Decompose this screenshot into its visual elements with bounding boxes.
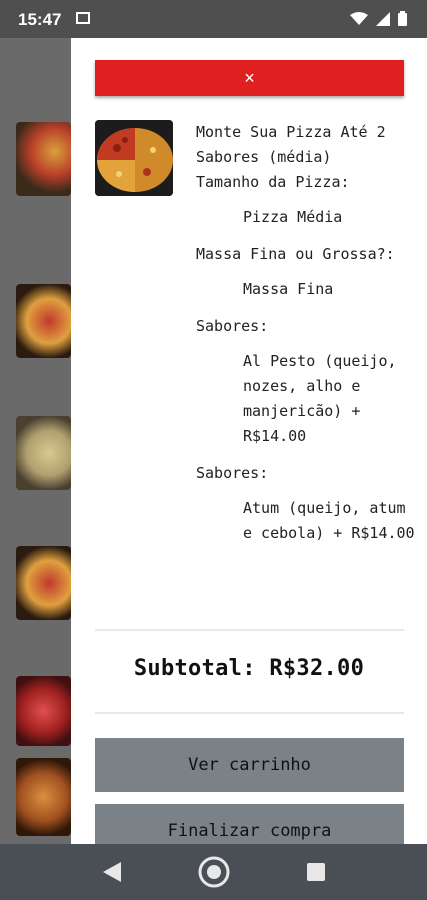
pizza-image (95, 120, 173, 196)
product-thumbnail (16, 676, 71, 746)
divider (95, 629, 404, 631)
close-icon: × (244, 67, 255, 88)
product-thumbnail (16, 122, 71, 196)
cart-item-image (95, 120, 173, 196)
option-title: Sabores: (196, 317, 269, 335)
wifi-icon (350, 11, 368, 25)
product-thumbnail (16, 284, 71, 358)
back-icon (103, 862, 121, 882)
subtotal: Subtotal: R$32.00 (71, 656, 427, 681)
home-icon (198, 856, 230, 888)
option-value: Al Pesto (queijo, nozes, alho e manjeric… (243, 352, 397, 445)
product-thumbnail (16, 416, 71, 490)
option-title: Sabores: (196, 464, 269, 482)
battery-icon (398, 11, 407, 26)
option-value: Atum (queijo, atum e cebola) + R$14.00 (243, 499, 415, 542)
cart-item-name: Monte Sua Pizza Até 2 Sabores (média) (196, 123, 386, 166)
notification-icon (76, 12, 90, 24)
checkout-button[interactable]: Finalizar compra (95, 804, 404, 844)
recents-button[interactable] (286, 844, 346, 900)
option-title: Tamanho da Pizza: (196, 173, 350, 191)
product-thumbnail (16, 758, 71, 836)
subtotal-label: Subtotal: (133, 656, 256, 681)
option-title: Massa Fina ou Grossa?: (196, 245, 395, 263)
background-product-list (0, 38, 71, 844)
option-value: Pizza Média (243, 208, 343, 226)
home-button[interactable] (184, 844, 244, 900)
view-cart-button[interactable]: Ver carrinho (95, 738, 404, 792)
signal-icon (376, 11, 390, 26)
recents-icon (307, 863, 325, 881)
cart-item-details: Monte Sua Pizza Até 2 Sabores (média) Ta… (196, 120, 416, 630)
status-bar: 15:47 (0, 0, 427, 38)
option-value: Massa Fina (243, 280, 334, 298)
status-icons (350, 11, 407, 26)
back-button[interactable] (82, 844, 142, 900)
status-time: 15:47 (18, 10, 62, 29)
divider (95, 712, 404, 714)
product-thumbnail (16, 546, 71, 620)
system-nav-bar (0, 844, 427, 900)
subtotal-value: R$32.00 (269, 656, 365, 681)
cart-drawer: × Monte Sua Pizza Até 2 Sabores (média) … (71, 38, 427, 844)
close-drawer-button[interactable]: × (95, 60, 404, 96)
